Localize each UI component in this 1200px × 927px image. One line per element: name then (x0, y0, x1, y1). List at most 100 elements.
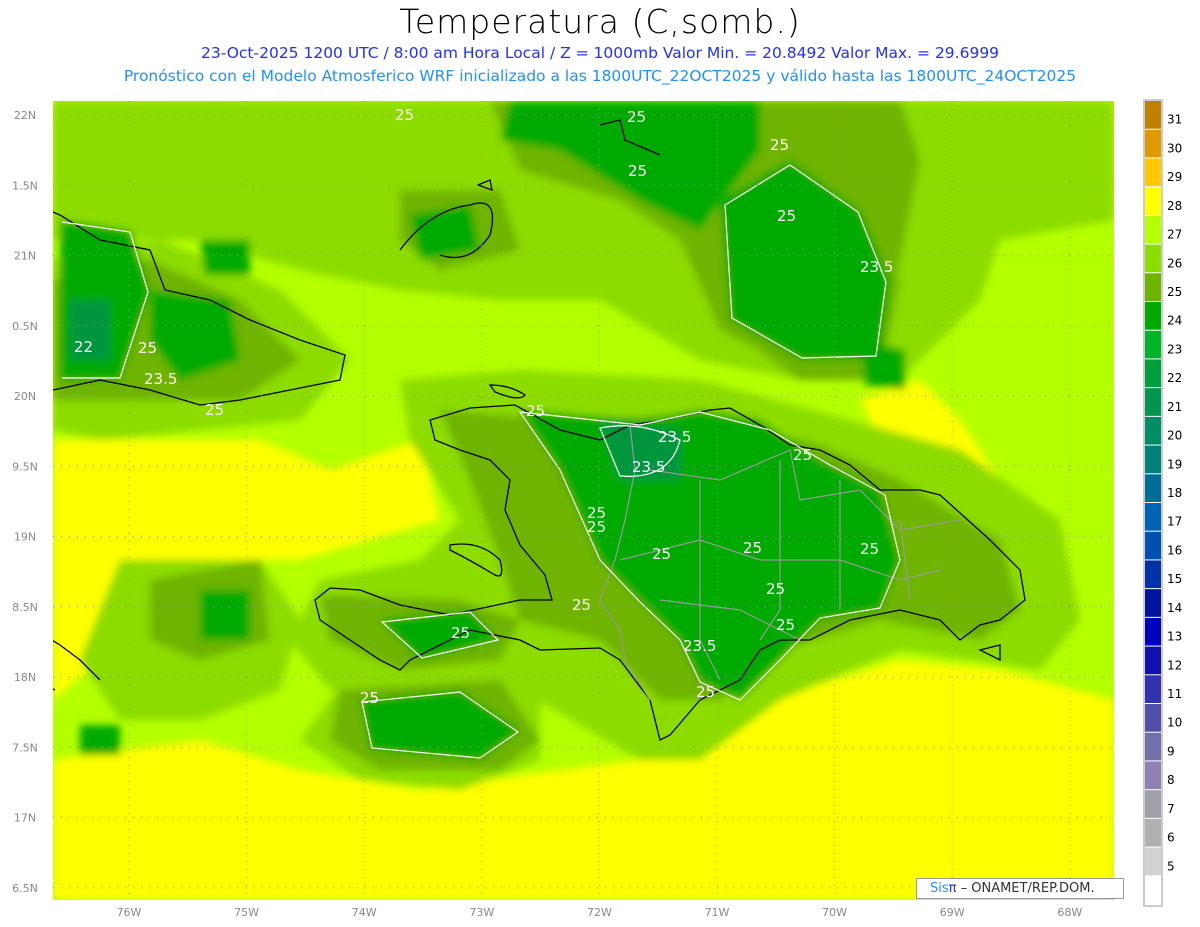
colorbar-cell (1145, 273, 1161, 301)
contour-label: 25 (696, 683, 715, 701)
lat-tick-label: 7.5N (12, 741, 38, 754)
lon-tick-label: 76W (117, 906, 142, 919)
colorbar-cell (1145, 646, 1161, 675)
colorbar-label: 14 (1167, 601, 1182, 615)
contour-label: 23.5 (144, 370, 177, 388)
lat-tick-label: 0.5N (12, 320, 38, 333)
contour-label: 25 (451, 624, 470, 642)
colorbar-cell (1145, 847, 1161, 876)
colorbar-label: 6 (1167, 831, 1175, 845)
temperature-map: 25 25 25 25 23.5 22 25 23.5 25 25 23.5 2… (12, 99, 1182, 919)
colorbar-cell (1145, 503, 1161, 531)
colorbar-label: 19 (1167, 457, 1182, 471)
colorbar-label: 30 (1167, 141, 1182, 155)
colorbar-cell (1145, 876, 1161, 904)
contour-label: 25 (627, 108, 646, 126)
colorbar-label: 16 (1167, 543, 1182, 557)
colorbar-cell (1145, 589, 1161, 617)
colorbar-cell (1145, 330, 1161, 359)
lat-tick-label: 19N (14, 531, 36, 544)
contour-label: 23.5 (658, 428, 691, 446)
colorbar-label: 31 (1167, 113, 1182, 127)
colorbar-label: 8 (1167, 773, 1175, 787)
colorbar-label: 15 (1167, 572, 1182, 586)
colorbar-cell (1145, 215, 1161, 244)
lat-tick-label: 9.5N (12, 460, 38, 473)
lon-tick-label: 72W (587, 906, 612, 919)
contour-label: 25 (777, 207, 796, 225)
contour-label: 25 (770, 136, 789, 154)
contour-label: 25 (205, 401, 224, 419)
contour-label: 23.5 (683, 637, 716, 655)
lat-tick-label: 21N (14, 250, 36, 263)
contour-label: 25 (587, 518, 606, 536)
colorbar-cell (1145, 158, 1161, 187)
colorbar-cell (1145, 101, 1161, 129)
lat-tick-label: 18N (14, 671, 36, 684)
colorbar-cell (1145, 818, 1161, 847)
contour-label: 23.5 (860, 258, 893, 276)
contour-label: 25 (766, 580, 785, 598)
colorbar-cell (1145, 617, 1161, 646)
colorbar-label: 18 (1167, 486, 1182, 500)
colorbar-label: 28 (1167, 199, 1182, 213)
lat-tick-label: 8.5N (12, 601, 38, 614)
lat-tick-label: 22N (14, 109, 36, 122)
contour-label: 25 (652, 545, 671, 563)
lon-tick-label: 68W (1057, 906, 1082, 919)
lat-tick-label: 6.5N (12, 882, 38, 895)
colorbar-cell (1145, 302, 1161, 330)
colorbar-cell (1145, 244, 1161, 273)
colorbar-label: 26 (1167, 256, 1182, 270)
colorbar-cell (1145, 388, 1161, 416)
contour-label: 22 (74, 338, 93, 356)
colorbar-label: 7 (1167, 802, 1175, 816)
contour-label: 25 (743, 539, 762, 557)
colorbar-label: 25 (1167, 285, 1182, 299)
colorbar-cell (1145, 704, 1161, 732)
colorbar-cell (1145, 675, 1161, 703)
colorbar-cell (1145, 732, 1161, 761)
sispi-logo-text: Sis (930, 881, 949, 896)
colorbar-label: 9 (1167, 744, 1175, 758)
colorbar-cell (1145, 445, 1161, 474)
colorbar-label: 13 (1167, 630, 1182, 644)
colorbar-label: 17 (1167, 515, 1182, 529)
contour-label: 25 (793, 446, 812, 464)
contour-label: 25 (138, 339, 157, 357)
credit-box: Sisπ – ONAMET/REP.DOM. (916, 878, 1124, 899)
colorbar-cell (1145, 187, 1161, 215)
contour-label: 23.5 (632, 458, 665, 476)
contour-label: 25 (572, 596, 591, 614)
contour-label: 25 (776, 616, 795, 634)
lat-tick-label: 20N (14, 390, 36, 403)
colorbar-label: 21 (1167, 400, 1182, 414)
colorbar-label: 12 (1167, 658, 1182, 672)
lon-tick-label: 74W (352, 906, 377, 919)
colorbar: 31 30 29 28 27 26 25 24 23 22 21 20 19 18 17 16 15 14 13 12… (1143, 99, 1182, 907)
colorbar-cell (1145, 761, 1161, 790)
lon-tick-label: 70W (822, 906, 847, 919)
lon-tick-label: 69W (940, 906, 965, 919)
lon-tick-label: 73W (469, 906, 494, 919)
contour-label: 25 (360, 689, 379, 707)
contour-label: 25 (526, 402, 545, 420)
colorbar-cell (1145, 359, 1161, 388)
colorbar-label: 10 (1167, 716, 1182, 730)
colorbar-cell (1145, 790, 1161, 818)
colorbar-label: 24 (1167, 314, 1182, 328)
colorbar-label: 5 (1167, 859, 1175, 873)
colorbar-label: 20 (1167, 429, 1182, 443)
temperature-field: 25 25 25 25 23.5 22 25 23.5 25 25 23.5 2… (53, 101, 1114, 900)
contour-label: 25 (860, 540, 879, 558)
colorbar-label: 22 (1167, 371, 1182, 385)
colorbar-cell (1145, 129, 1161, 158)
lat-tick-label: 1.5N (12, 179, 38, 192)
contour-label: 25 (628, 162, 647, 180)
colorbar-label: 23 (1167, 342, 1182, 356)
lon-tick-label: 75W (234, 906, 259, 919)
lat-tick-label: 17N (14, 812, 36, 825)
colorbar-cell (1145, 416, 1161, 445)
colorbar-cell (1145, 474, 1161, 502)
colorbar-label: 11 (1167, 687, 1182, 701)
